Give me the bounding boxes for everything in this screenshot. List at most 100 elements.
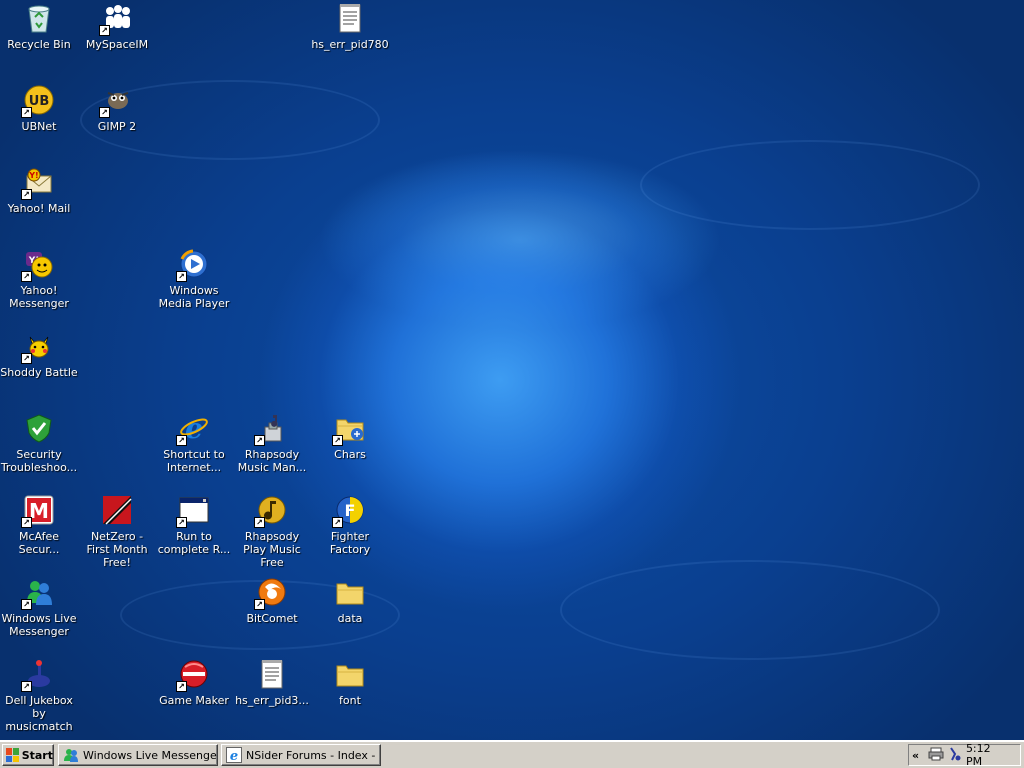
desktop-icon-shortcut-internet[interactable]: e ↗ Shortcut to Internet... xyxy=(155,412,233,474)
recycle-bin-icon xyxy=(23,2,55,34)
taskbar-button-windows-live-messenger[interactable]: Windows Live Messenger xyxy=(58,744,218,766)
shortcut-arrow-icon: ↗ xyxy=(21,517,32,528)
internet-explorer-icon: e xyxy=(226,747,242,763)
folder-icon xyxy=(334,576,366,608)
shortcut-arrow-icon: ↗ xyxy=(254,517,265,528)
text-file-icon xyxy=(256,658,288,690)
shortcut-arrow-icon: ↗ xyxy=(99,107,110,118)
water-ripple xyxy=(640,140,980,230)
icon-label: font xyxy=(339,694,361,707)
desktop-icon-mcafee[interactable]: M ↗ McAfee Secur... xyxy=(0,494,78,556)
desktop-icon-data[interactable]: data xyxy=(311,576,389,625)
icon-label: Dell Jukebox by musicmatch xyxy=(5,694,73,733)
bitcomet-icon: ↗ xyxy=(254,576,288,610)
icon-label: GIMP 2 xyxy=(97,120,137,133)
desktop-icon-hs-err-pid780[interactable]: hs_err_pid780 xyxy=(311,2,389,51)
game-maker-icon: ↗ xyxy=(176,658,210,692)
security-shield-icon xyxy=(23,412,55,444)
icon-label: Windows Live Messenger xyxy=(1,612,77,638)
desktop-icon-yahoo-mail[interactable]: Y! ↗ Yahoo! Mail xyxy=(0,166,78,215)
icon-label: Chars xyxy=(334,448,366,461)
desktop-icon-game-maker[interactable]: ↗ Game Maker xyxy=(155,658,233,707)
shortcut-arrow-icon: ↗ xyxy=(21,107,32,118)
system-tray: « 5:12 PM xyxy=(908,742,1021,768)
shortcut-arrow-icon: ↗ xyxy=(21,271,32,282)
desktop-icon-recycle-bin[interactable]: Recycle Bin xyxy=(0,2,78,51)
icon-label: NetZero - First Month Free! xyxy=(86,530,148,569)
desktop-icon-font[interactable]: font xyxy=(311,658,389,707)
shortcut-arrow-icon: ↗ xyxy=(332,435,343,446)
network-icon[interactable] xyxy=(948,746,962,765)
taskbar-button-nsider-forums[interactable]: e NSider Forums - Index - ... xyxy=(221,744,381,766)
shortcut-arrow-icon: ↗ xyxy=(21,681,32,692)
windows-live-messenger-icon xyxy=(63,747,79,763)
desktop-icon-yahoo-messenger[interactable]: Y! ↗ Yahoo! Messenger xyxy=(0,248,78,310)
desktop-icon-rhapsody-play-music-free[interactable]: ↗ Rhapsody Play Music Free xyxy=(233,494,311,569)
icon-label: Security Troubleshoo... xyxy=(0,448,78,474)
dell-jukebox-icon: ↗ xyxy=(21,658,55,692)
shortcut-arrow-icon: ↗ xyxy=(254,435,265,446)
shortcut-arrow-icon: ↗ xyxy=(176,517,187,528)
desktop-icon-security-troubleshooter[interactable]: Security Troubleshoo... xyxy=(0,412,78,474)
shortcut-arrow-icon: ↗ xyxy=(176,681,187,692)
icon-label: Rhapsody Music Man... xyxy=(237,448,307,474)
desktop-icon-hs-err-pid3[interactable]: hs_err_pid3... xyxy=(233,658,311,707)
text-file-icon xyxy=(334,2,366,34)
desktop-icon-gimp[interactable]: ↗ GIMP 2 xyxy=(78,84,156,133)
windows-logo-icon xyxy=(6,748,19,762)
folder-icon: ↗ xyxy=(332,412,366,446)
svg-text:e: e xyxy=(230,749,238,763)
rhapsody-icon: ↗ xyxy=(254,412,288,446)
icon-label: UBNet xyxy=(21,120,57,133)
internet-explorer-icon: e ↗ xyxy=(176,412,210,446)
myspaceim-icon: ↗ xyxy=(99,2,133,36)
icon-label: hs_err_pid3... xyxy=(235,694,309,707)
ubnet-icon: UB ↗ xyxy=(21,84,55,118)
shortcut-arrow-icon: ↗ xyxy=(21,599,32,610)
desktop-icon-bitcomet[interactable]: ↗ BitComet xyxy=(233,576,311,625)
desktop-icon-chars[interactable]: ↗ Chars xyxy=(311,412,389,461)
icon-label: data xyxy=(337,612,363,625)
icon-label: Yahoo! Mail xyxy=(7,202,71,215)
shortcut-arrow-icon: ↗ xyxy=(99,25,110,36)
desktop-icon-netzero[interactable]: NetZero - First Month Free! xyxy=(78,494,156,569)
desktop-icon-rhapsody-music-manager[interactable]: ↗ Rhapsody Music Man... xyxy=(233,412,311,474)
task-label: NSider Forums - Index - ... xyxy=(246,748,381,762)
show-hidden-icons-button[interactable]: « xyxy=(912,749,924,762)
icon-label: Windows Media Player xyxy=(158,284,230,310)
program-window-icon: ↗ xyxy=(176,494,210,528)
icon-label: Shortcut to Internet... xyxy=(163,448,225,474)
icon-label: Recycle Bin xyxy=(7,38,71,51)
windows-live-messenger-icon: ↗ xyxy=(21,576,55,610)
desktop-icon-shoddy-battle[interactable]: ↗ Shoddy Battle xyxy=(0,330,78,379)
shortcut-arrow-icon: ↗ xyxy=(21,189,32,200)
icon-label: Fighter Factory xyxy=(329,530,371,556)
desktop-icon-windows-media-player[interactable]: ↗ Windows Media Player xyxy=(155,248,233,310)
desktop-icon-ubnet[interactable]: UB ↗ UBNet xyxy=(0,84,78,133)
gimp-icon: ↗ xyxy=(99,84,133,118)
clock[interactable]: 5:12 PM xyxy=(966,742,1010,768)
icon-label: Run to complete R... xyxy=(157,530,231,556)
shortcut-arrow-icon: ↗ xyxy=(254,599,265,610)
folder-icon xyxy=(334,658,366,690)
netzero-icon xyxy=(101,494,133,526)
icon-label: MySpaceIM xyxy=(85,38,149,51)
desktop-icon-fighter-factory[interactable]: F ↗ Fighter Factory xyxy=(311,494,389,556)
fighter-factory-icon: F ↗ xyxy=(332,494,366,528)
svg-text:F: F xyxy=(345,501,356,520)
start-button[interactable]: Start xyxy=(2,744,54,766)
shortcut-arrow-icon: ↗ xyxy=(332,517,343,528)
rhapsody-play-icon: ↗ xyxy=(254,494,288,528)
icon-label: BitComet xyxy=(246,612,298,625)
desktop-icon-dell-jukebox[interactable]: ↗ Dell Jukebox by musicmatch xyxy=(0,658,78,733)
icon-label: Shoddy Battle xyxy=(0,366,78,379)
desktop-icon-myspaceim[interactable]: ↗ MySpaceIM xyxy=(78,2,156,51)
taskbar: Start Windows Live Messenger e NSider Fo… xyxy=(0,740,1024,768)
desktop-icon-windows-live-messenger[interactable]: ↗ Windows Live Messenger xyxy=(0,576,78,638)
svg-text:Y!: Y! xyxy=(28,171,38,180)
icon-label: Game Maker xyxy=(159,694,229,707)
icon-label: McAfee Secur... xyxy=(18,530,60,556)
printer-icon[interactable] xyxy=(928,747,944,764)
windows-media-player-icon: ↗ xyxy=(176,248,210,282)
desktop-icon-run-to-complete[interactable]: ↗ Run to complete R... xyxy=(155,494,233,556)
